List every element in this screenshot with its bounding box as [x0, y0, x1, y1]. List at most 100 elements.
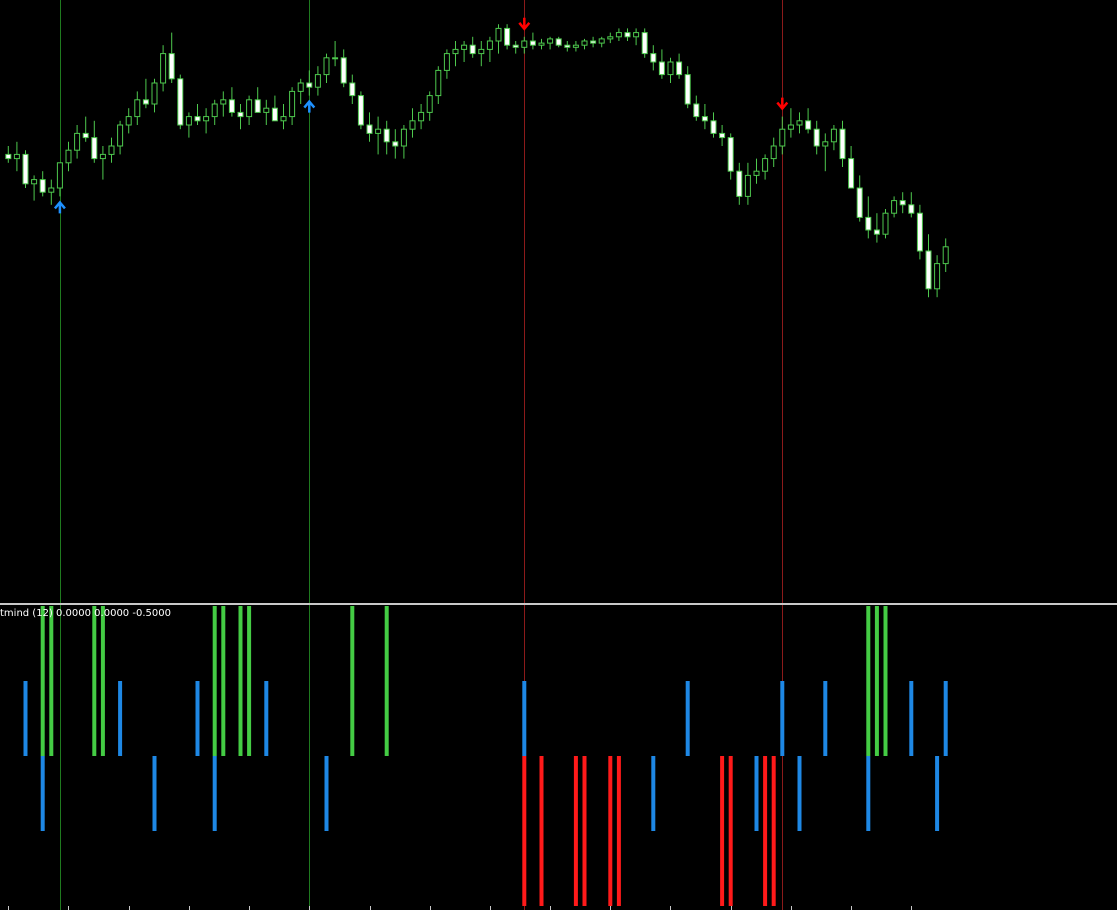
bull-candle: [56, 162, 63, 189]
bull-candle: [822, 141, 829, 147]
histogram-bar-red: [582, 756, 587, 906]
bull-candle: [99, 153, 106, 160]
price-chart[interactable]: [0, 0, 1117, 910]
bear-candle: [719, 132, 726, 139]
bear-candle: [39, 179, 46, 193]
histogram-bar-blue_up: [909, 681, 914, 756]
histogram-bar-blue_down: [935, 756, 940, 831]
bull-candle: [934, 263, 941, 290]
histogram-bar-blue_up: [522, 681, 527, 756]
bull-candle: [125, 116, 132, 126]
bull-candle: [220, 99, 227, 105]
bull-candle: [65, 149, 72, 164]
bear-candle: [693, 103, 700, 118]
bear-candle: [925, 250, 932, 290]
bull-candle: [74, 132, 81, 151]
histogram-bar-blue_up: [685, 681, 690, 756]
bull-candle: [830, 128, 837, 143]
histogram-bar-red: [608, 756, 613, 906]
bull-candle: [185, 116, 192, 126]
bull-candle: [495, 27, 502, 42]
bull-candle: [478, 48, 485, 55]
bull-candle: [418, 111, 425, 122]
bull-candle: [753, 170, 760, 176]
bull-candle: [375, 128, 382, 134]
bull-candle: [409, 120, 416, 130]
bear-candle: [813, 128, 820, 147]
histogram-bar-blue_down: [324, 756, 329, 831]
histogram-bar-red: [720, 756, 725, 906]
histogram-bar-blue_down: [40, 756, 45, 831]
histogram-bar-green: [221, 606, 226, 756]
bear-candle: [641, 32, 648, 55]
histogram-bar-blue_down: [212, 756, 217, 831]
histogram-bar-blue_down: [651, 756, 656, 831]
histogram-bar-green: [350, 606, 355, 756]
bull-candle: [452, 48, 459, 55]
bull-candle: [31, 179, 38, 185]
bear-candle: [856, 187, 863, 218]
bull-candle: [521, 40, 528, 48]
bear-candle: [349, 82, 356, 97]
bear-candle: [727, 137, 734, 172]
bear-candle: [650, 53, 657, 63]
bull-candle: [117, 124, 124, 147]
histogram-bar-red: [728, 756, 733, 906]
chart-background: [0, 0, 1117, 910]
bear-candle: [366, 124, 373, 134]
bull-candle: [13, 153, 20, 160]
bull-candle: [151, 82, 158, 105]
bull-candle: [263, 107, 270, 113]
histogram-bar-blue_up: [823, 681, 828, 756]
histogram-bar-green: [100, 606, 105, 756]
histogram-bar-blue_up: [195, 681, 200, 756]
histogram-bar-blue_up: [118, 681, 123, 756]
histogram-bar-green: [49, 606, 54, 756]
bull-candle: [633, 32, 640, 38]
bull-candle: [211, 103, 218, 118]
bull-candle: [323, 57, 330, 76]
bear-candle: [848, 158, 855, 189]
bull-candle: [246, 99, 253, 118]
bull-candle: [289, 90, 296, 118]
bear-candle: [340, 57, 347, 84]
histogram-bar-green: [212, 606, 217, 756]
bear-candle: [91, 137, 98, 160]
bull-candle: [598, 38, 605, 44]
histogram-bar-red: [771, 756, 776, 906]
bear-candle: [865, 216, 872, 231]
bear-candle: [392, 141, 399, 147]
bull-candle: [581, 40, 588, 46]
bull-candle: [332, 57, 339, 60]
histogram-bar-red: [522, 756, 527, 906]
histogram-bar-green: [40, 606, 45, 756]
bear-candle: [177, 78, 184, 126]
bull-candle: [615, 32, 622, 38]
bull-candle: [297, 82, 304, 92]
bear-candle: [736, 170, 743, 197]
bear-candle: [684, 74, 691, 105]
bear-candle: [839, 128, 846, 160]
histogram-bar-green: [238, 606, 243, 756]
bear-candle: [624, 32, 631, 38]
bear-candle: [908, 204, 915, 214]
bull-candle: [572, 44, 579, 48]
bull-candle: [314, 74, 321, 88]
bull-candle: [891, 200, 898, 214]
histogram-bar-red: [539, 756, 544, 906]
histogram-bar-green: [247, 606, 252, 756]
bull-candle: [607, 36, 614, 40]
bear-candle: [873, 229, 880, 235]
histogram-bar-green: [384, 606, 389, 756]
bear-candle: [916, 212, 923, 252]
bull-candle: [667, 61, 674, 76]
histogram-bar-blue_up: [780, 681, 785, 756]
indicator-label: tmind (12) 0.0000 0.0000 -0.5000: [0, 608, 171, 619]
bear-candle: [168, 53, 175, 80]
bull-candle: [547, 38, 554, 44]
bear-candle: [142, 99, 149, 105]
histogram-bar-blue_up: [943, 681, 948, 756]
bear-candle: [529, 40, 536, 46]
bear-candle: [383, 128, 390, 143]
bear-candle: [22, 153, 29, 185]
